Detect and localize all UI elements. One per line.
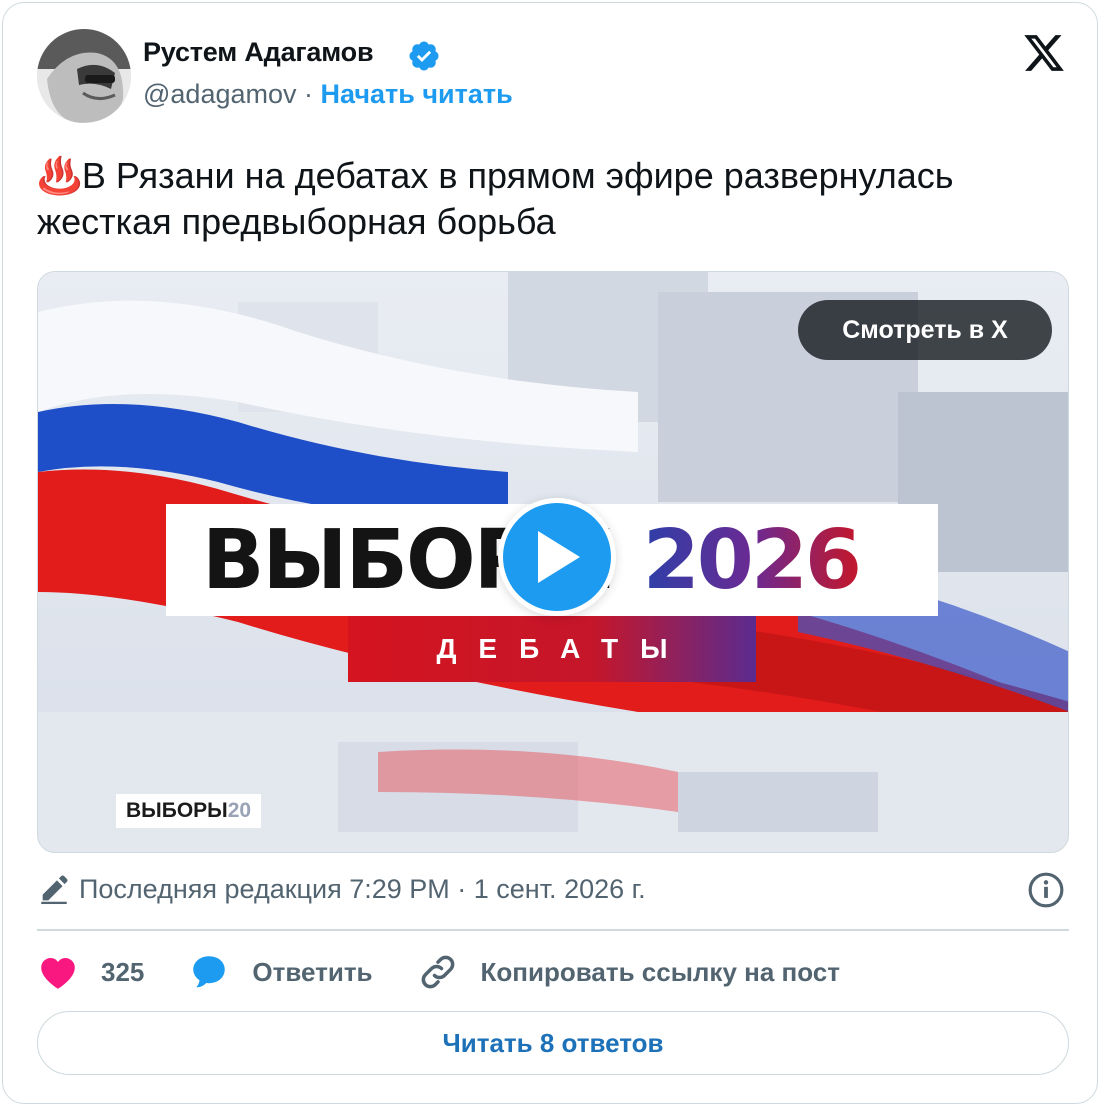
follow-link[interactable]: Начать читать [321, 79, 513, 109]
handle-separator: · [296, 79, 321, 109]
reply-bubble-icon [193, 956, 226, 988]
action-bar: 325 Ответить Копировать ссылку на пост [37, 949, 884, 995]
reply-button[interactable]: Ответить [188, 951, 373, 993]
watch-on-x-button[interactable]: Смотреть в X [798, 300, 1052, 360]
corner-label-year: 20 [227, 799, 252, 822]
tweet-card: Рустем Адагамов @adagamov · Начать читат… [2, 2, 1098, 1104]
banner-subtitle: ДЕБАТЫ [436, 633, 690, 664]
video-corner-label: ВЫБОРЫ 20 [116, 794, 262, 828]
like-count: 325 [101, 956, 145, 987]
read-replies-button[interactable]: Читать 8 ответов [37, 1011, 1069, 1075]
play-icon [538, 531, 580, 583]
tweet-text: ♨️В Рязани на дебатах в прямом эфире раз… [37, 153, 1077, 245]
hot-springs-emoji: ♨️ [37, 155, 82, 196]
like-button[interactable]: 325 [37, 951, 144, 993]
author-avatar[interactable] [37, 29, 131, 123]
play-button[interactable] [498, 498, 616, 616]
corner-label-text: ВЫБОРЫ [126, 799, 228, 822]
reply-label: Ответить [252, 956, 373, 987]
x-logo-icon[interactable] [1021, 31, 1067, 75]
divider [37, 929, 1069, 931]
info-icon[interactable] [1027, 871, 1065, 909]
heart-icon [41, 958, 75, 989]
edited-timestamp[interactable]: Последняя редакция 7:29 PM · 1 сент. 202… [79, 874, 646, 905]
handle-row: @adagamov · Начать читать [143, 79, 513, 110]
pencil-icon [41, 875, 68, 905]
tweet-body: В Рязани на дебатах в прямом эфире разве… [37, 155, 954, 242]
banner-year: 2026 [642, 512, 862, 608]
link-icon [421, 955, 454, 989]
author-handle[interactable]: @adagamov [143, 79, 297, 109]
edited-row: Последняя редакция 7:29 PM · 1 сент. 202… [37, 869, 1069, 909]
copy-link-label: Копировать ссылку на пост [480, 956, 840, 987]
video-subbanner: ДЕБАТЫ [348, 616, 756, 682]
read-replies-label: Читать 8 ответов [442, 1027, 664, 1058]
author-name[interactable]: Рустем Адагамов [143, 37, 374, 68]
copy-link-button[interactable]: Копировать ссылку на пост [417, 951, 840, 993]
video-thumbnail[interactable]: Смотреть в X ВЫБОРЫ 2026 ДЕБАТЫ ВЫБОРЫ 20 [37, 271, 1069, 853]
verified-badge-icon [409, 41, 439, 71]
avatar-photo [37, 29, 131, 123]
